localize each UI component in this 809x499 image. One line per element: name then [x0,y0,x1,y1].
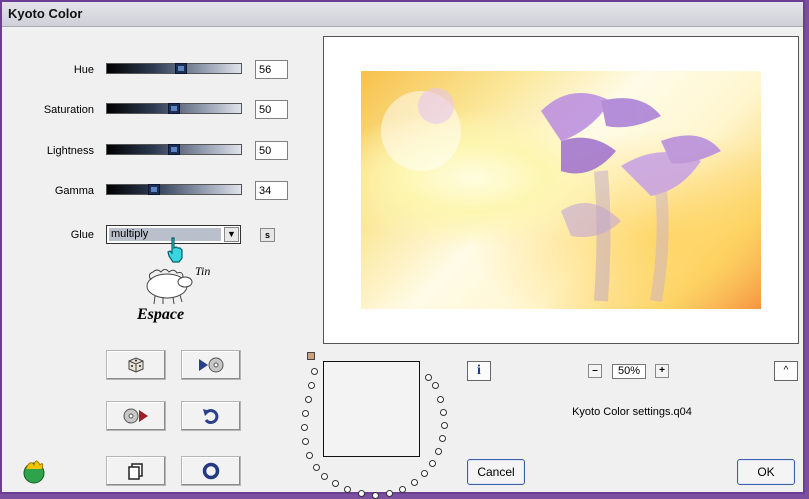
zoom-out-button[interactable]: – [588,364,602,378]
load-preset-button[interactable] [181,350,241,380]
glue-label: Glue [70,229,94,241]
ok-button-label: OK [757,465,775,479]
color-dot[interactable] [306,452,313,459]
title-bar: Kyoto Color [2,2,803,27]
preview-image [361,71,761,309]
hue-slider-thumb[interactable] [175,63,187,74]
color-swatch[interactable] [323,361,420,457]
save-preset-button[interactable] [106,401,166,431]
color-dot[interactable] [313,464,320,471]
hue-slider[interactable] [106,63,242,74]
play-disc-icon [199,357,224,373]
disc-play-icon [123,408,148,424]
color-dot[interactable] [437,396,444,403]
color-dot[interactable] [425,374,432,381]
saturation-value-field[interactable]: 50 [255,100,288,119]
cancel-button-label: Cancel [477,465,515,479]
collapse-button[interactable]: ^ [774,361,798,381]
gamma-slider[interactable] [106,184,242,195]
copy-button[interactable] [106,456,166,486]
dice-icon [128,357,144,373]
round-button[interactable] [181,456,241,486]
settings-filename: Kyoto Color settings.q04 [572,406,692,418]
espace-logo: Tin Espace [137,264,217,326]
chevron-down-icon[interactable]: ▼ [224,227,239,242]
zoom-in-button[interactable]: + [655,364,669,378]
color-dot[interactable] [305,396,312,403]
hand-cursor-icon [167,237,183,263]
app-logo-icon [23,460,45,484]
s-button[interactable]: s [260,228,275,242]
lightness-slider[interactable] [106,144,242,155]
color-dot[interactable] [411,479,418,486]
lightness-slider-thumb[interactable] [168,144,180,155]
saturation-label: Saturation [43,104,94,116]
color-dot[interactable] [429,460,436,467]
color-dot[interactable] [302,438,309,445]
glue-selected-value: multiply [109,228,221,241]
color-dot[interactable] [332,480,339,487]
ring-handle[interactable] [307,352,315,360]
color-dot[interactable] [441,422,448,429]
color-dot[interactable] [302,410,309,417]
color-dot[interactable] [344,486,351,493]
random-button[interactable] [106,350,166,380]
undo-icon [203,409,219,425]
color-dot[interactable] [301,424,308,431]
saturation-slider[interactable] [106,103,242,114]
zoom-level: 50% [612,364,646,379]
gamma-label: Gamma [54,185,94,197]
lightness-value-field[interactable]: 50 [255,141,288,160]
logo-side-letters: Tin [195,264,211,278]
preview-panel[interactable] [323,36,799,344]
ok-button[interactable]: OK [737,459,795,485]
info-button[interactable]: i [467,361,491,381]
color-dot[interactable] [432,382,439,389]
gamma-slider-thumb[interactable] [148,184,160,195]
color-dot[interactable] [321,473,328,480]
hue-label: Hue [73,64,94,76]
info-icon: i [477,363,481,378]
window-title: Kyoto Color [8,6,83,21]
plugin-window: Kyoto Color Hue 56 Saturation 50 Lightne… [0,0,805,499]
cancel-button[interactable]: Cancel [467,459,525,485]
color-dot[interactable] [386,490,393,497]
color-dot[interactable] [399,486,406,493]
reset-button[interactable] [181,401,241,431]
flower-artwork [381,88,721,302]
color-dot[interactable] [311,368,318,375]
hue-value-field[interactable]: 56 [255,60,288,79]
color-dot[interactable] [421,470,428,477]
color-dot[interactable] [439,435,446,442]
color-dot[interactable] [358,490,365,497]
color-dot[interactable] [440,409,447,416]
ring-icon [202,462,220,480]
logo-text: Espace [137,306,185,323]
saturation-slider-thumb[interactable] [168,103,180,114]
color-dot[interactable] [308,382,315,389]
copy-icon [128,463,143,480]
gamma-value-field[interactable]: 34 [255,181,288,200]
color-dot[interactable] [435,448,442,455]
lightness-label: Lightness [46,145,94,157]
